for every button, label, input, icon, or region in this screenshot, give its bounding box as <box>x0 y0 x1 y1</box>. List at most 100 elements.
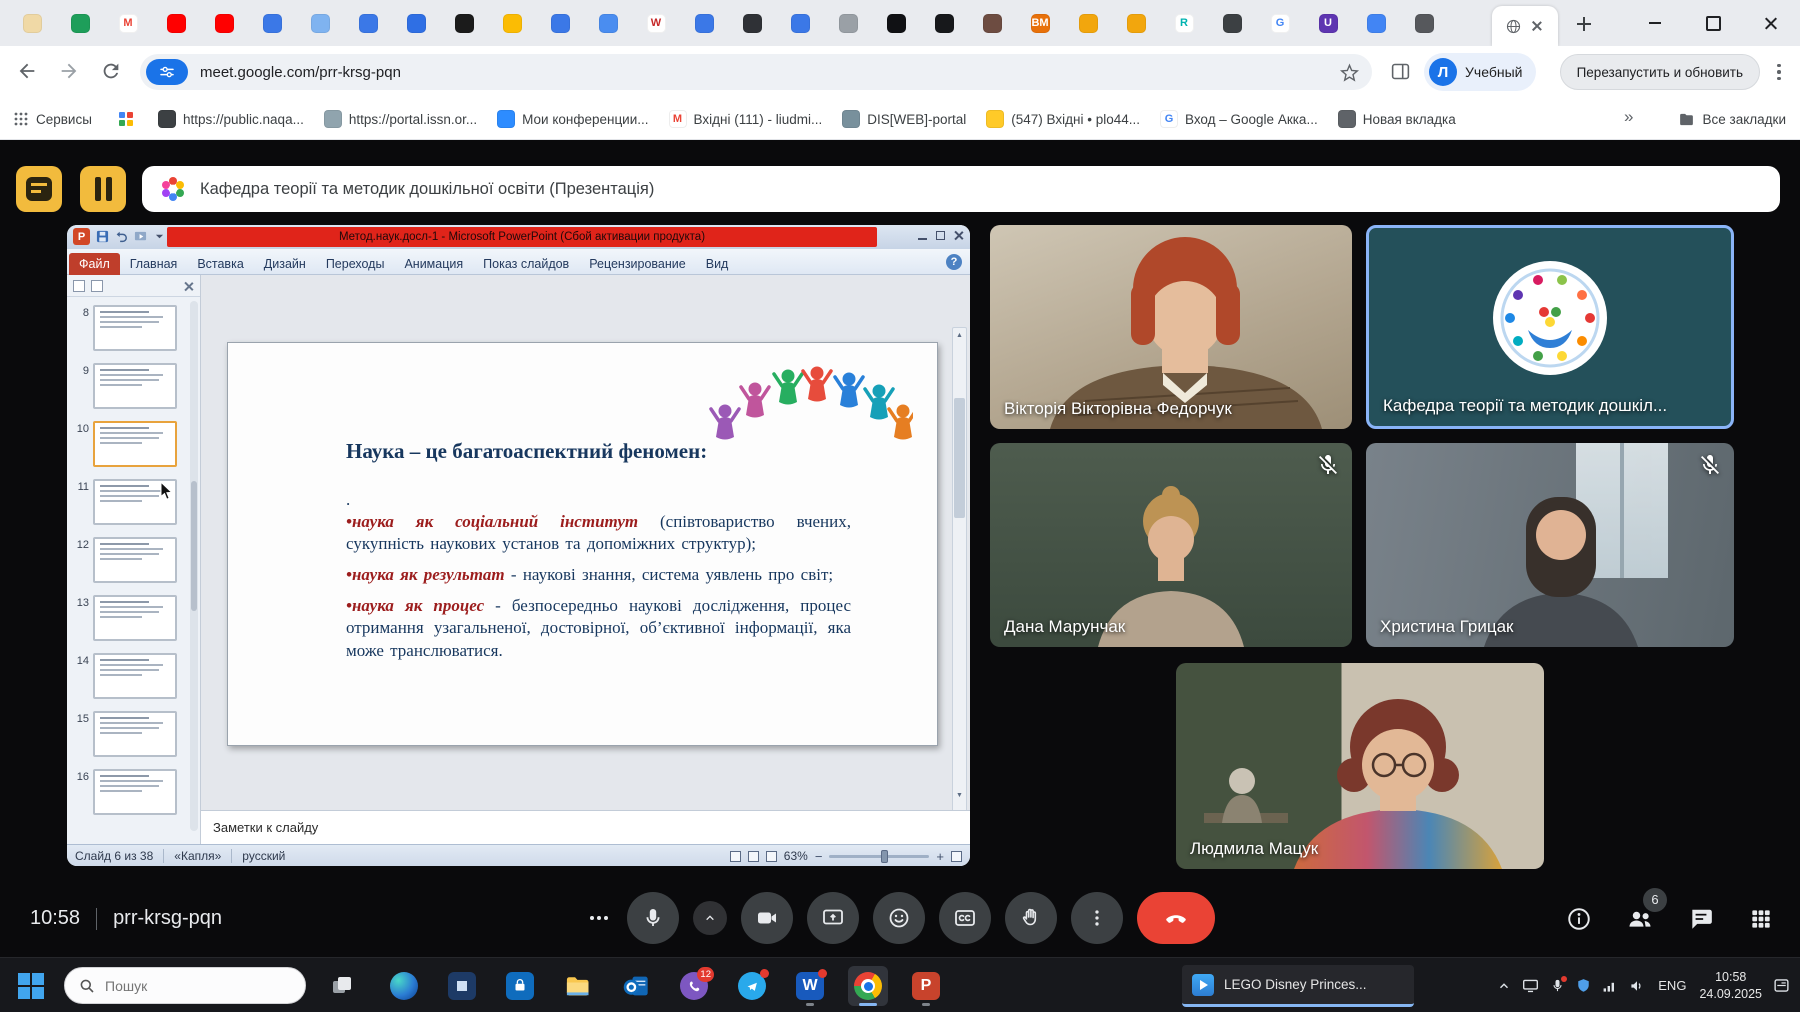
bookmark-item[interactable]: https://portal.issn.or... <box>324 110 477 128</box>
side-panel-button[interactable] <box>1390 61 1411 82</box>
people-panel-button[interactable]: 6 <box>1626 905 1654 933</box>
browser-tab[interactable]: BM <box>1016 6 1064 40</box>
bookmark-item[interactable]: M Вхідні (111) - liudmi... <box>669 110 823 128</box>
presentation-tile[interactable]: P Метод.наук.досл-1 - Microsoft PowerPoi… <box>67 225 970 866</box>
browser-tab[interactable] <box>1208 6 1256 40</box>
captions-button[interactable] <box>939 892 991 944</box>
browser-tab[interactable] <box>488 6 536 40</box>
more-call-options-button[interactable] <box>1071 892 1123 944</box>
browser-tab[interactable] <box>152 6 200 40</box>
notification-center-button[interactable] <box>1773 977 1790 994</box>
taskbar-chrome-active[interactable] <box>848 966 888 1006</box>
apps-grid-bookmark[interactable] <box>118 111 134 127</box>
taskbar-clock[interactable]: 10:58 24.09.2025 <box>1699 969 1762 1002</box>
services-menu[interactable]: Сервисы <box>14 98 92 140</box>
volume-tray-icon[interactable] <box>1629 978 1645 994</box>
browser-tab[interactable]: W <box>632 6 680 40</box>
search-input[interactable] <box>105 978 275 994</box>
browser-tab[interactable] <box>824 6 872 40</box>
bookmark-item[interactable]: G Вход – Google Акка... <box>1160 110 1318 128</box>
bookmark-item[interactable]: https://public.naqa... <box>158 110 304 128</box>
taskbar-file-explorer[interactable] <box>558 966 598 1006</box>
raise-hand-button[interactable] <box>1005 892 1057 944</box>
window-minimize-button[interactable] <box>1626 0 1684 46</box>
back-button[interactable] <box>16 60 38 82</box>
end-call-button[interactable] <box>1137 892 1215 944</box>
taskbar-telegram[interactable] <box>732 966 772 1006</box>
participant-tile-viktoriia[interactable]: Вікторія Вікторівна Федорчук <box>990 225 1352 429</box>
taskbar-outlook[interactable] <box>616 966 656 1006</box>
window-close-button[interactable] <box>1742 0 1800 46</box>
browser-tab[interactable]: R <box>1160 6 1208 40</box>
profile-chip[interactable]: Л Учебный <box>1424 53 1536 91</box>
browser-menu-button[interactable] <box>1770 60 1788 84</box>
bookmark-item[interactable]: (547) Вхідні • plo44... <box>986 110 1140 128</box>
security-shield-tray-icon[interactable] <box>1576 978 1591 993</box>
microphone-tray-icon[interactable] <box>1550 978 1565 993</box>
reload-button[interactable] <box>100 60 122 82</box>
browser-tab[interactable] <box>776 6 824 40</box>
taskbar-edge[interactable] <box>384 966 424 1006</box>
more-options-dots-button[interactable] <box>585 892 613 944</box>
browser-tab[interactable] <box>920 6 968 40</box>
browser-tab[interactable] <box>1112 6 1160 40</box>
url-omnibox[interactable]: meet.google.com/prr-krsg-pqn <box>140 54 1372 90</box>
browser-tab[interactable] <box>248 6 296 40</box>
task-view-button[interactable] <box>330 974 354 998</box>
network-signal-tray-icon[interactable] <box>1602 978 1618 994</box>
bookmark-item[interactable]: DIS[WEB]-portal <box>842 110 966 128</box>
device-options-chevron-button[interactable] <box>693 901 727 935</box>
browser-tab[interactable] <box>440 6 488 40</box>
browser-tab[interactable] <box>584 6 632 40</box>
browser-tab[interactable] <box>56 6 104 40</box>
url-text[interactable]: meet.google.com/prr-krsg-pqn <box>200 64 401 81</box>
meeting-details-button[interactable] <box>1566 906 1592 932</box>
participant-tile-kafedra-active-speaker[interactable]: Кафедра теорії та методик дошкіл... <box>1366 225 1734 429</box>
bookmark-star-icon[interactable] <box>1339 62 1360 83</box>
window-maximize-button[interactable] <box>1684 0 1742 46</box>
taskbar-search[interactable] <box>64 967 306 1004</box>
present-screen-button[interactable] <box>807 892 859 944</box>
taskbar-powerpoint[interactable]: P <box>906 966 946 1006</box>
browser-tab[interactable] <box>1400 6 1448 40</box>
bookmark-item[interactable]: Новая вкладка <box>1338 110 1456 128</box>
forward-button[interactable] <box>58 60 80 82</box>
chat-panel-button[interactable] <box>1688 906 1714 932</box>
browser-tab[interactable] <box>728 6 776 40</box>
activities-button[interactable] <box>1748 906 1774 932</box>
browser-tab[interactable] <box>296 6 344 40</box>
keyboard-language[interactable]: ENG <box>1656 978 1688 993</box>
chrome-update-button[interactable]: Перезапустить и обновить <box>1560 54 1760 90</box>
participant-tile-khrystyna[interactable]: Христина Грицак <box>1366 443 1734 647</box>
browser-tab[interactable] <box>1352 6 1400 40</box>
taskbar-store[interactable] <box>500 966 540 1006</box>
participant-tile-liudmyla[interactable]: Людмила Мацук <box>1176 663 1544 869</box>
active-tab[interactable] <box>1492 6 1558 46</box>
browser-tab[interactable] <box>872 6 920 40</box>
browser-tab[interactable] <box>968 6 1016 40</box>
hidden-icons-chevron[interactable] <box>1497 979 1511 993</box>
pinned-shortcut-button-1[interactable] <box>16 166 62 212</box>
all-bookmarks-button[interactable]: Все закладки <box>1678 98 1786 140</box>
browser-tab[interactable] <box>536 6 584 40</box>
tab-close-icon[interactable] <box>1529 18 1545 34</box>
display-tray-icon[interactable] <box>1522 977 1539 994</box>
browser-tab[interactable]: M <box>104 6 152 40</box>
browser-tab[interactable] <box>344 6 392 40</box>
bookmarks-overflow-chevron[interactable]: » <box>1624 107 1633 127</box>
taskbar-viber[interactable]: 12 <box>674 966 714 1006</box>
bookmark-item[interactable]: Мои конференции... <box>497 110 648 128</box>
browser-tab[interactable]: G <box>1256 6 1304 40</box>
participant-tile-dana[interactable]: Дана Марунчак <box>990 443 1352 647</box>
microphone-button[interactable] <box>627 892 679 944</box>
taskbar-running-window[interactable]: LEGO Disney Princes... <box>1182 965 1414 1007</box>
camera-button[interactable] <box>741 892 793 944</box>
browser-tab[interactable]: U <box>1304 6 1352 40</box>
new-tab-button[interactable] <box>1572 12 1596 36</box>
reactions-button[interactable] <box>873 892 925 944</box>
browser-tab[interactable] <box>392 6 440 40</box>
site-info-chip[interactable] <box>146 59 188 85</box>
browser-tab[interactable] <box>680 6 728 40</box>
taskbar-word[interactable]: W <box>790 966 830 1006</box>
pinned-shortcut-button-2[interactable] <box>80 166 126 212</box>
